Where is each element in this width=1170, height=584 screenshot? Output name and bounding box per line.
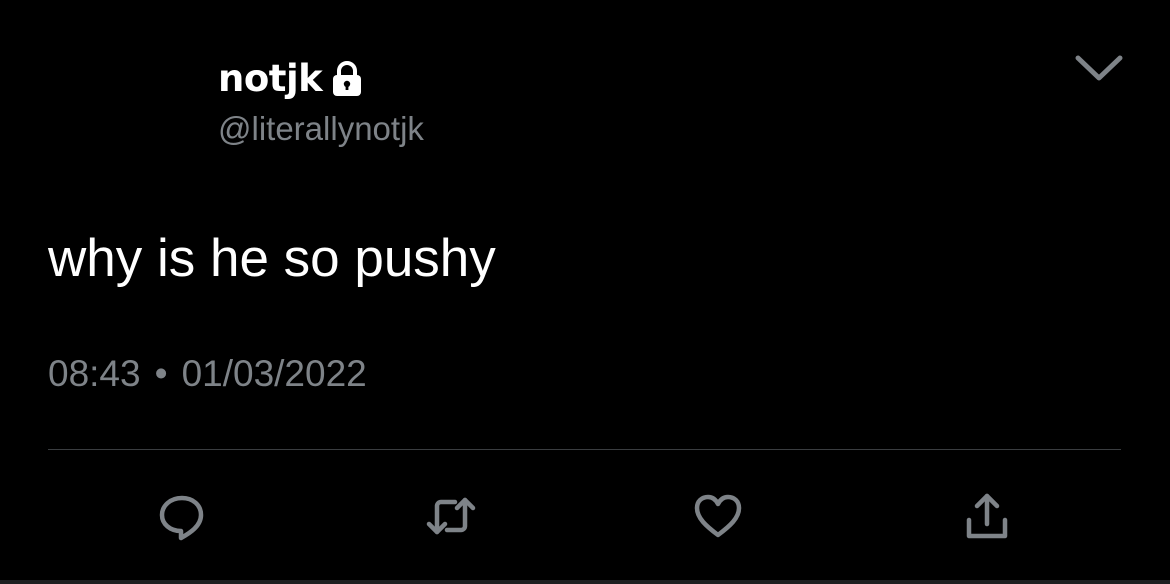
display-name[interactable]: notjk — [218, 55, 323, 103]
tweet-date[interactable]: 01/03/2022 — [182, 350, 367, 398]
bottom-edge — [0, 580, 1170, 584]
reply-button[interactable] — [150, 484, 214, 548]
meta-separator: • — [154, 353, 168, 394]
tweet-detail: notjk @literallynotjk why is he so pushy… — [0, 0, 1170, 584]
heart-icon — [694, 494, 742, 538]
tweet-header: notjk @literallynotjk — [218, 55, 424, 149]
retweet-button[interactable] — [419, 484, 483, 548]
tweet-time[interactable]: 08:43 — [48, 350, 141, 398]
divider — [48, 449, 1121, 450]
retweet-icon — [426, 497, 476, 535]
user-handle[interactable]: @literallynotjk — [218, 109, 424, 149]
lock-icon — [328, 59, 366, 99]
tweet-timestamp[interactable]: 08:43 • 01/03/2022 — [48, 350, 367, 398]
share-icon — [966, 493, 1008, 539]
reply-icon — [159, 495, 204, 541]
like-button[interactable] — [686, 484, 750, 548]
tweet-text: why is he so pushy — [48, 229, 496, 288]
share-button[interactable] — [955, 484, 1019, 548]
chevron-down-icon[interactable] — [1072, 48, 1126, 88]
action-bar — [0, 484, 1170, 548]
display-name-row[interactable]: notjk — [218, 55, 424, 103]
